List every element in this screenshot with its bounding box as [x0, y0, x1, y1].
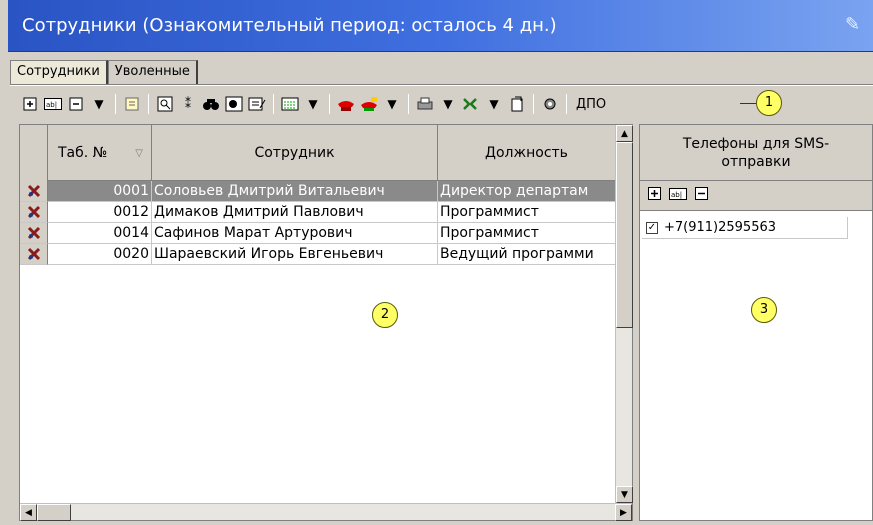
- phone-checkbox[interactable]: ✓: [646, 221, 658, 234]
- grid-header: Таб. № ▽ Сотрудник Должность: [20, 125, 616, 181]
- toolbar-separator: [329, 94, 330, 114]
- edit-phone-icon[interactable]: ab|: [669, 187, 687, 204]
- dropdown-arrow-icon[interactable]: ▼: [89, 94, 109, 114]
- sort-triangle-icon: ▽: [135, 147, 143, 159]
- delete-record-icon[interactable]: [66, 94, 86, 114]
- window-title-bar: Сотрудники (Ознакомительный период: оста…: [8, 0, 873, 52]
- table-row[interactable]: 0014 Сафинов Марат Артурович Программист: [20, 223, 616, 244]
- cell-employee: Соловьев Дмитрий Витальевич: [152, 181, 438, 202]
- phones-toolbar: ab|: [640, 181, 872, 211]
- toolbar-separator: [148, 94, 149, 114]
- svg-text:ab|: ab|: [46, 101, 57, 109]
- tab-strip: Сотрудники Уволенные: [10, 60, 198, 84]
- print-icon[interactable]: [415, 94, 435, 114]
- add-record-icon[interactable]: [20, 94, 40, 114]
- dropdown-arrow-icon[interactable]: ▼: [382, 94, 402, 114]
- export-icon[interactable]: [507, 94, 527, 114]
- table-row[interactable]: 0020 Шараевский Игорь Евгеньевич Ведущий…: [20, 244, 616, 265]
- view-icon[interactable]: [155, 94, 175, 114]
- scroll-left-icon[interactable]: ◀: [20, 504, 37, 521]
- cell-position: Программист: [438, 202, 616, 223]
- add-phone-icon[interactable]: [648, 187, 661, 204]
- header-tab-number[interactable]: Таб. № ▽: [48, 125, 152, 181]
- find-icon[interactable]: [201, 94, 221, 114]
- toolbar-separator: [533, 94, 534, 114]
- tab-employees[interactable]: Сотрудники: [10, 60, 108, 84]
- employee-icon: [20, 244, 48, 265]
- pin-icon[interactable]: ✎: [845, 14, 867, 36]
- settings-icon[interactable]: [540, 94, 560, 114]
- main-toolbar: ab| ▼ ⁑ ▼ ▼ ▼ ▼ ДПО: [10, 90, 873, 118]
- employee-icon: [20, 223, 48, 244]
- cell-employee: Шараевский Игорь Евгеньевич: [152, 244, 438, 265]
- cell-tab-number: 0020: [48, 244, 152, 265]
- toolbar-separator: [566, 94, 567, 114]
- vertical-scroll-thumb[interactable]: [616, 142, 633, 328]
- excel-icon[interactable]: [461, 94, 481, 114]
- phone-number: +7(911)2595563: [664, 220, 777, 235]
- vertical-scrollbar[interactable]: ▲ ▼: [615, 125, 633, 503]
- header-employee[interactable]: Сотрудник: [152, 125, 438, 181]
- callout-1: 1: [756, 90, 782, 116]
- header-icon-column: [20, 125, 48, 181]
- employee-icon: [20, 202, 48, 223]
- table-row[interactable]: 0012 Димаков Дмитрий Павлович Программис…: [20, 202, 616, 223]
- dropdown-arrow-icon[interactable]: ⁑: [178, 94, 198, 114]
- horizontal-scroll-thumb[interactable]: [37, 504, 71, 521]
- dpo-button[interactable]: ДПО: [573, 97, 609, 112]
- phone-icon[interactable]: [336, 94, 356, 114]
- phones-header: Телефоны для SMS-отправки: [640, 125, 872, 181]
- toolbar-separator: [115, 94, 116, 114]
- tab-dismissed[interactable]: Уволенные: [107, 60, 198, 84]
- schedule-icon[interactable]: [280, 94, 300, 114]
- toolbar-separator: [408, 94, 409, 114]
- cell-tab-number: 0012: [48, 202, 152, 223]
- cell-employee: Димаков Дмитрий Павлович: [152, 202, 438, 223]
- edit-list-icon[interactable]: [247, 94, 267, 114]
- callout-2: 2: [372, 302, 398, 328]
- filter-icon[interactable]: [224, 94, 244, 114]
- tab-divider: [10, 84, 873, 86]
- dropdown-arrow-icon[interactable]: ▼: [438, 94, 458, 114]
- delete-phone-icon[interactable]: [695, 187, 708, 204]
- cell-position: Директор департам: [438, 181, 616, 202]
- cell-tab-number: 0014: [48, 223, 152, 244]
- svg-text:ab|: ab|: [671, 191, 682, 199]
- header-tab-number-label: Таб. №: [58, 145, 108, 161]
- scroll-down-icon[interactable]: ▼: [616, 486, 633, 503]
- header-position[interactable]: Должность: [438, 125, 616, 181]
- window-title: Сотрудники (Ознакомительный период: оста…: [22, 15, 557, 36]
- edit-field-icon[interactable]: ab|: [43, 94, 63, 114]
- employee-icon: [20, 181, 48, 202]
- cell-tab-number: 0001: [48, 181, 152, 202]
- dropdown-arrow-icon[interactable]: ▼: [484, 94, 504, 114]
- cell-position: Ведущий программи: [438, 244, 616, 265]
- scroll-right-icon[interactable]: ▶: [615, 504, 632, 521]
- sms-phone-icon[interactable]: [359, 94, 379, 114]
- sms-phones-panel: Телефоны для SMS-отправки ab| ✓ +7(911)2…: [639, 124, 873, 521]
- dropdown-arrow-icon[interactable]: ▼: [303, 94, 323, 114]
- list-item[interactable]: ✓ +7(911)2595563: [642, 217, 848, 239]
- properties-icon[interactable]: [122, 94, 142, 114]
- horizontal-scrollbar[interactable]: ◀ ▶: [20, 503, 632, 521]
- cell-position: Программист: [438, 223, 616, 244]
- callout-3: 3: [751, 297, 777, 323]
- employees-grid: Таб. № ▽ Сотрудник Должность 0001 Соловь…: [19, 124, 633, 521]
- scroll-up-icon[interactable]: ▲: [616, 125, 633, 142]
- toolbar-separator: [273, 94, 274, 114]
- table-row[interactable]: 0001 Соловьев Дмитрий Витальевич Директо…: [20, 181, 616, 202]
- cell-employee: Сафинов Марат Артурович: [152, 223, 438, 244]
